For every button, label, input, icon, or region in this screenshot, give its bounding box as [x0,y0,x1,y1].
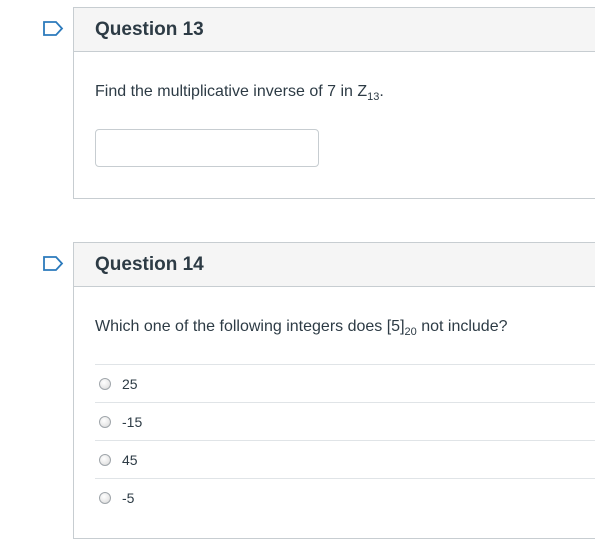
radio-button[interactable] [99,377,111,390]
answer-option[interactable]: 25 [95,364,595,402]
flag-question-icon[interactable] [43,21,64,36]
answer-label: 25 [122,375,138,392]
question-title: Question 14 [95,253,204,275]
question-14: Question 14 Which one of the following i… [73,242,595,539]
flag-icon [43,21,64,36]
radio-button[interactable] [99,491,111,504]
question-text-subscript: 20 [404,326,417,338]
question-text: Find the multiplicative inverse of 7 in … [95,82,595,103]
question-header: Question 14 [74,243,595,287]
answer-option[interactable]: -15 [95,402,595,440]
answer-option[interactable]: 45 [95,440,595,478]
question-body: Find the multiplicative inverse of 7 in … [74,52,595,167]
quiz-page: Question 13 Find the multiplicative inve… [0,0,595,549]
flag-icon [43,256,64,271]
radio-button[interactable] [99,415,111,428]
question-13: Question 13 Find the multiplicative inve… [73,7,595,199]
answer-label: 45 [122,451,138,468]
flag-question-icon[interactable] [43,256,64,271]
question-text-end: . [379,83,384,100]
question-title: Question 13 [95,18,204,40]
question-text-main: Which one of the following integers does… [95,318,405,335]
question-text-end: not include? [416,318,508,335]
answer-option[interactable]: -5 [95,478,595,516]
question-text: Which one of the following integers does… [95,317,595,338]
question-text-subscript: 13 [367,91,380,103]
answer-options: 25 -15 45 -5 [95,364,595,516]
question-body: Which one of the following integers does… [74,287,595,516]
question-text-main: Find the multiplicative inverse of 7 in … [95,83,368,100]
answer-label: -5 [122,489,135,506]
question-header: Question 13 [74,8,595,52]
answer-label: -15 [122,413,143,430]
answer-input[interactable] [95,129,319,167]
radio-button[interactable] [99,453,111,466]
